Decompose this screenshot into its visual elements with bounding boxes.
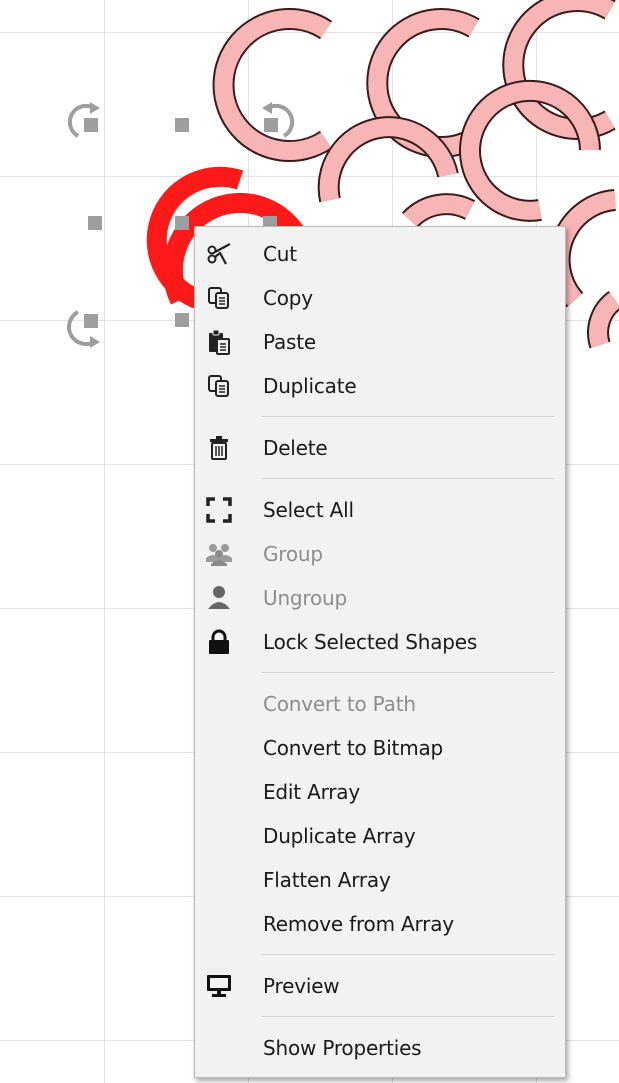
copy-icon xyxy=(205,284,233,312)
trash-icon xyxy=(205,434,233,462)
menu-item-label: Select All xyxy=(263,498,354,522)
menu-item-remove-from-array[interactable]: Remove from Array xyxy=(195,904,565,944)
menu-item-duplicate-array[interactable]: Duplicate Array xyxy=(195,816,565,856)
menu-item-label: Remove from Array xyxy=(263,912,454,936)
menu-item-preview[interactable]: Preview xyxy=(195,966,565,1006)
menu-item-paste[interactable]: Paste xyxy=(195,322,565,362)
rotate-handle-top-right-icon[interactable] xyxy=(256,100,300,144)
menu-item-flatten-array[interactable]: Flatten Array xyxy=(195,860,565,900)
menu-item-label: Show Properties xyxy=(263,1036,422,1060)
c-shape[interactable] xyxy=(548,189,617,308)
rotate-handle-top-left-icon[interactable] xyxy=(66,100,106,144)
lock-icon xyxy=(205,628,233,656)
context-menu: Cut Copy Paste Duplicate Delete Select A… xyxy=(194,226,566,1078)
center-handle[interactable] xyxy=(175,216,189,230)
menu-item-label: Edit Array xyxy=(263,780,360,804)
menu-item-label: Lock Selected Shapes xyxy=(263,630,478,654)
menu-item-lock-selected-shapes[interactable]: Lock Selected Shapes xyxy=(195,622,565,662)
menu-item-select-all[interactable]: Select All xyxy=(195,490,565,530)
menu-separator xyxy=(261,672,555,673)
duplicate-icon xyxy=(205,372,233,400)
menu-item-label: Copy xyxy=(263,286,313,310)
menu-item-label: Cut xyxy=(263,242,297,266)
selection-outline xyxy=(139,158,161,172)
paste-icon xyxy=(205,328,233,356)
menu-item-label: Paste xyxy=(263,330,316,354)
menu-item-label: Preview xyxy=(263,974,340,998)
menu-item-convert-to-bitmap[interactable]: Convert to Bitmap xyxy=(195,728,565,768)
menu-item-group[interactable]: Group xyxy=(195,534,565,574)
scale-handle-left[interactable] xyxy=(88,216,102,230)
menu-item-cut[interactable]: Cut xyxy=(195,234,565,274)
menu-separator xyxy=(261,954,555,955)
group-icon xyxy=(205,540,233,568)
menu-separator xyxy=(261,416,555,417)
c-shape[interactable] xyxy=(317,116,459,203)
select-all-icon xyxy=(205,496,233,524)
menu-item-label: Duplicate Array xyxy=(263,824,416,848)
menu-item-label: Convert to Bitmap xyxy=(263,736,444,760)
menu-item-ungroup[interactable]: Ungroup xyxy=(195,578,565,618)
scale-handle-bottom[interactable] xyxy=(175,313,189,327)
c-shape[interactable] xyxy=(401,193,476,228)
menu-item-delete[interactable]: Delete xyxy=(195,428,565,468)
menu-item-convert-to-path[interactable]: Convert to Path xyxy=(195,684,565,724)
menu-separator xyxy=(261,478,555,479)
menu-item-label: Ungroup xyxy=(263,586,348,610)
menu-item-label: Convert to Path xyxy=(263,692,416,716)
scale-handle-top[interactable] xyxy=(175,118,189,132)
menu-item-copy[interactable]: Copy xyxy=(195,278,565,318)
menu-item-label: Delete xyxy=(263,436,328,460)
monitor-icon xyxy=(205,972,233,1000)
menu-item-duplicate[interactable]: Duplicate xyxy=(195,366,565,406)
menu-item-label: Flatten Array xyxy=(263,868,391,892)
menu-item-label: Duplicate xyxy=(263,374,357,398)
menu-item-show-properties[interactable]: Show Properties xyxy=(195,1028,565,1068)
ungroup-icon xyxy=(205,584,233,612)
menu-item-label: Group xyxy=(263,542,323,566)
c-shape[interactable] xyxy=(587,291,619,349)
menu-separator xyxy=(261,1016,555,1017)
scissors-icon xyxy=(205,240,233,268)
menu-item-edit-array[interactable]: Edit Array xyxy=(195,772,565,812)
rotate-handle-bottom-left-icon[interactable] xyxy=(66,306,106,352)
